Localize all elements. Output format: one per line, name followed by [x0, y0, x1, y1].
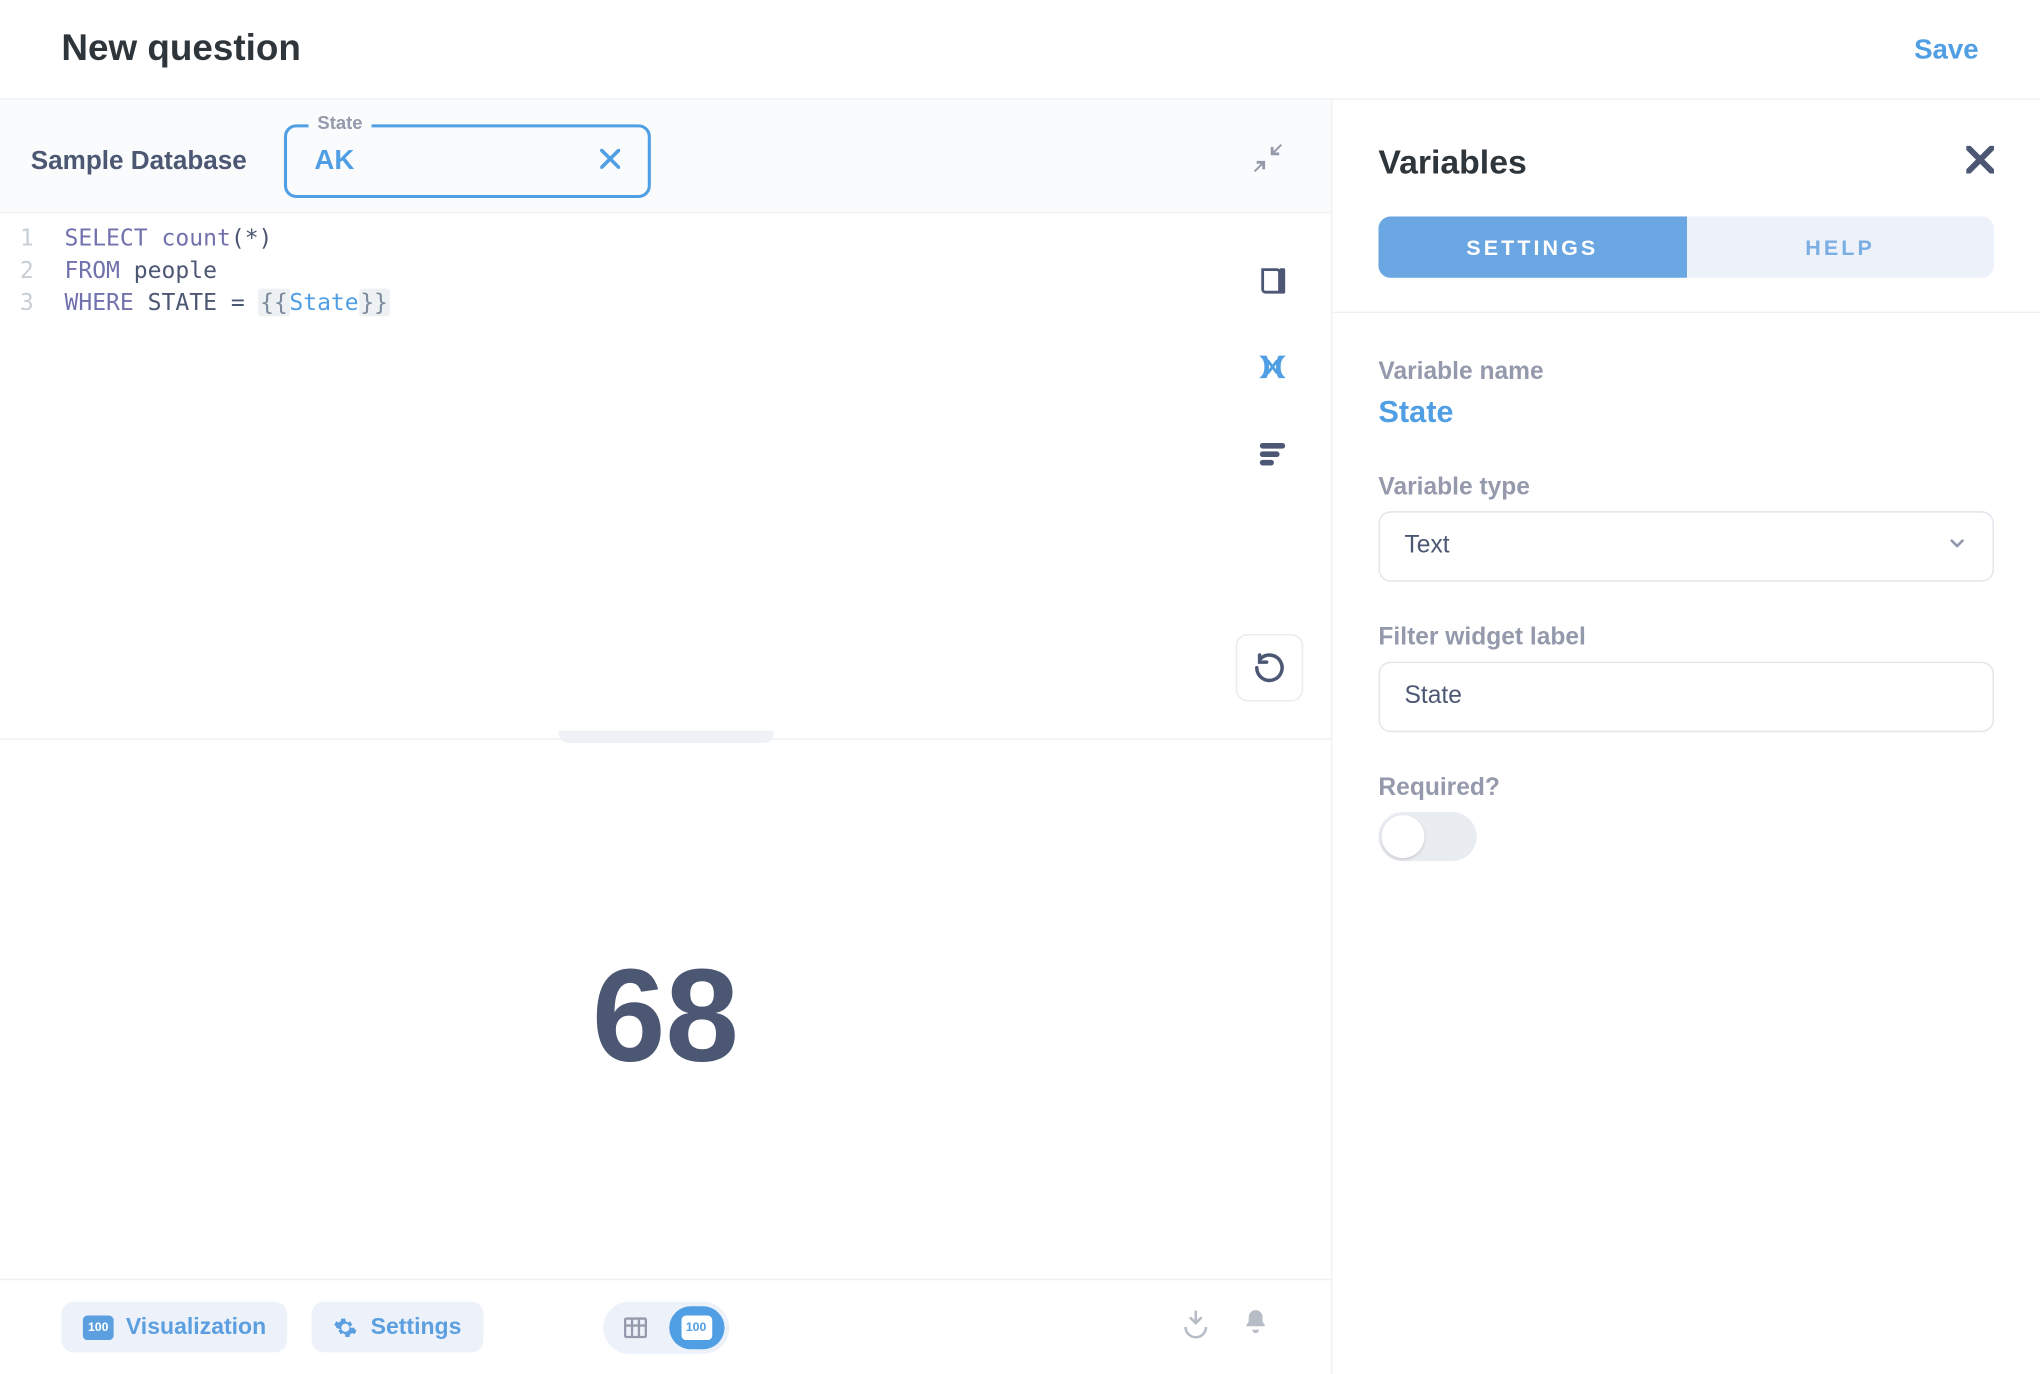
tab-help[interactable]: HELP	[1686, 216, 1994, 277]
footer-actions	[1180, 1308, 1269, 1346]
display-mode-toggle: 100	[602, 1301, 728, 1353]
editor-side-toolbar	[1254, 262, 1291, 471]
result-scalar: 68	[0, 754, 1331, 1279]
panel-header: Variables	[1332, 100, 2040, 195]
header-bar: New question Save	[0, 0, 2040, 98]
download-icon[interactable]	[1180, 1308, 1211, 1346]
table-view-button[interactable]	[607, 1306, 662, 1349]
left-pane: Sample Database State AK	[0, 100, 1332, 1374]
save-button[interactable]: Save	[1914, 33, 1979, 65]
contract-icon[interactable]	[1251, 141, 1285, 182]
filter-chip-value: AK	[314, 144, 354, 176]
number-icon: 100	[83, 1315, 114, 1340]
sql-editor[interactable]: 1 2 3 SELECT count(*) FROM people WHERE …	[0, 213, 1331, 738]
drag-handle[interactable]	[558, 731, 773, 743]
panel-tabs: SETTINGS HELP	[1378, 216, 1994, 277]
variable-icon[interactable]	[1254, 348, 1291, 385]
field-variable-type: Variable type Text	[1378, 474, 1994, 581]
field-label: Filter widget label	[1378, 625, 1994, 653]
filter-chip-state[interactable]: State AK	[284, 124, 651, 198]
line-num: 2	[0, 255, 34, 287]
field-label: Variable type	[1378, 474, 1994, 502]
line-num: 3	[0, 287, 34, 319]
main-split: Sample Database State AK	[0, 98, 2040, 1374]
toggle-knob	[1382, 815, 1425, 858]
data-reference-icon[interactable]	[1254, 262, 1291, 299]
visualization-button[interactable]: 100 Visualization	[61, 1302, 287, 1353]
field-variable-name: Variable name State	[1378, 359, 1994, 431]
panel-body: Variable name State Variable type Text F…	[1332, 312, 2040, 908]
editor-gutter: 1 2 3	[0, 213, 43, 738]
visualization-label: Visualization	[126, 1314, 266, 1340]
filter-widget-label-input[interactable]	[1378, 662, 1994, 733]
field-filter-widget-label: Filter widget label	[1378, 625, 1994, 732]
run-query-button[interactable]	[1236, 634, 1304, 702]
bell-icon[interactable]	[1242, 1308, 1270, 1346]
database-selector[interactable]: Sample Database	[31, 145, 247, 176]
app-frame: New question Save Sample Database State …	[0, 0, 2040, 1374]
native-query-bar: Sample Database State AK	[0, 100, 1331, 214]
line-num: 1	[0, 223, 34, 255]
settings-button[interactable]: Settings	[312, 1302, 483, 1353]
field-label: Required?	[1378, 775, 1994, 803]
editor-code[interactable]: SELECT count(*) FROM people WHERE STATE …	[43, 213, 1331, 738]
result-footer: 100 Visualization Settings 100	[0, 1279, 1331, 1374]
chevron-down-icon	[1946, 532, 1967, 561]
snippets-icon[interactable]	[1254, 434, 1291, 471]
field-label: Variable name	[1378, 359, 1994, 387]
close-icon[interactable]	[1966, 145, 1994, 180]
required-toggle[interactable]	[1378, 812, 1476, 861]
variables-panel: Variables SETTINGS HELP Variable name St…	[1332, 100, 2040, 1374]
variable-name-value: State	[1378, 396, 1994, 431]
number-icon: 100	[681, 1315, 712, 1340]
panel-title: Variables	[1378, 143, 1526, 183]
gear-icon	[334, 1315, 359, 1340]
tab-settings[interactable]: SETTINGS	[1378, 216, 1686, 277]
page-title: New question	[61, 28, 300, 71]
scalar-view-button[interactable]: 100	[668, 1306, 723, 1349]
settings-label: Settings	[371, 1314, 462, 1340]
variable-type-select[interactable]: Text	[1378, 511, 1994, 582]
close-icon[interactable]	[600, 144, 620, 176]
editor-result-divider[interactable]	[0, 738, 1331, 753]
field-required: Required?	[1378, 775, 1994, 861]
select-value: Text	[1405, 533, 1450, 561]
filter-chip-legend: State	[308, 111, 371, 132]
